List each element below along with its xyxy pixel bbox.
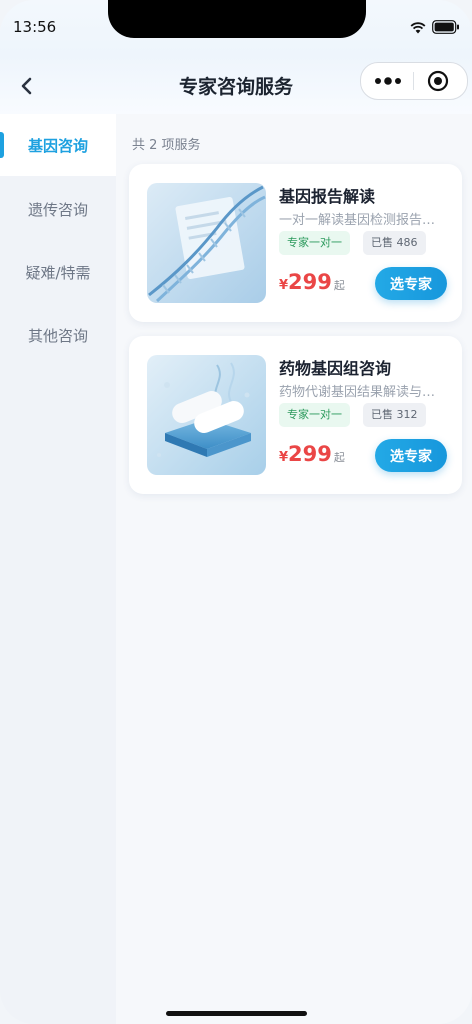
price-value: 299	[288, 270, 332, 294]
active-indicator	[0, 132, 4, 158]
more-button[interactable]	[373, 72, 403, 90]
sidebar-item-gene[interactable]: 基因咨询	[0, 114, 116, 176]
dna-report-image	[147, 183, 266, 303]
service-card[interactable]: 基因报告解读 一对一解读基因检测报告… 专家一对一 已售 486 ¥299 起 选…	[129, 164, 462, 322]
capsule-divider	[413, 72, 414, 90]
currency-symbol: ¥	[279, 450, 289, 465]
target-close-icon	[427, 70, 449, 92]
expert-tag: 专家一对一	[279, 403, 350, 427]
sidebar-item-difficult[interactable]: 疑难/特需	[0, 241, 116, 303]
sidebar-item-label: 基因咨询	[27, 136, 88, 155]
service-title: 药物基因组咨询	[279, 359, 392, 378]
choose-expert-button[interactable]: 选专家	[375, 267, 447, 300]
currency-symbol: ¥	[279, 278, 289, 293]
service-thumbnail	[147, 183, 266, 303]
choose-expert-button[interactable]: 选专家	[375, 439, 447, 472]
sold-count-tag: 已售 486	[363, 231, 426, 255]
service-count: 共 2 项服务	[132, 138, 201, 153]
sidebar-item-label: 遗传咨询	[27, 200, 88, 219]
sidebar-item-label: 疑难/特需	[25, 263, 91, 282]
status-bar: 13:56	[0, 0, 472, 56]
pill-capsules-image	[147, 355, 266, 475]
sidebar-item-genetic[interactable]: 遗传咨询	[0, 178, 116, 240]
service-description: 药物代谢基因结果解读与…	[279, 385, 436, 400]
navigation-bar: 专家咨询服务	[0, 56, 472, 115]
price-suffix: 起	[333, 451, 345, 464]
sidebar-item-label: 其他咨询	[27, 326, 88, 345]
sold-count-tag: 已售 312	[363, 403, 426, 427]
status-time: 13:56	[13, 18, 57, 36]
miniapp-capsule	[360, 62, 468, 100]
service-title: 基因报告解读	[279, 187, 376, 206]
service-description: 一对一解读基因检测报告…	[279, 213, 436, 228]
service-thumbnail	[147, 355, 266, 475]
sidebar-item-other[interactable]: 其他咨询	[0, 304, 116, 366]
home-indicator[interactable]	[166, 1011, 307, 1016]
price-suffix: 起	[333, 279, 345, 292]
close-button[interactable]	[427, 70, 449, 92]
battery-icon	[432, 20, 459, 34]
status-icons	[410, 20, 460, 34]
notch	[108, 0, 366, 38]
wifi-icon	[410, 21, 426, 33]
service-price: ¥299 起	[279, 442, 345, 466]
category-sidebar: 基因咨询 遗传咨询 疑难/特需 其他咨询	[0, 114, 116, 1024]
service-list: 共 2 项服务 基因报告解读 一对一解读基因检测报告… 专家一对一 已售 486…	[116, 114, 472, 1024]
service-card[interactable]: 药物基因组咨询 药物代谢基因结果解读与… 专家一对一 已售 312 ¥299 起 …	[129, 336, 462, 494]
service-price: ¥299 起	[279, 270, 345, 294]
more-dots-icon	[375, 77, 401, 85]
phone-screen: 13:56 专家咨询服务 基因咨询 遗传咨询 疑难/特需 其他咨询 共 2 项服…	[0, 0, 472, 1024]
expert-tag: 专家一对一	[279, 231, 350, 255]
price-value: 299	[288, 442, 332, 466]
